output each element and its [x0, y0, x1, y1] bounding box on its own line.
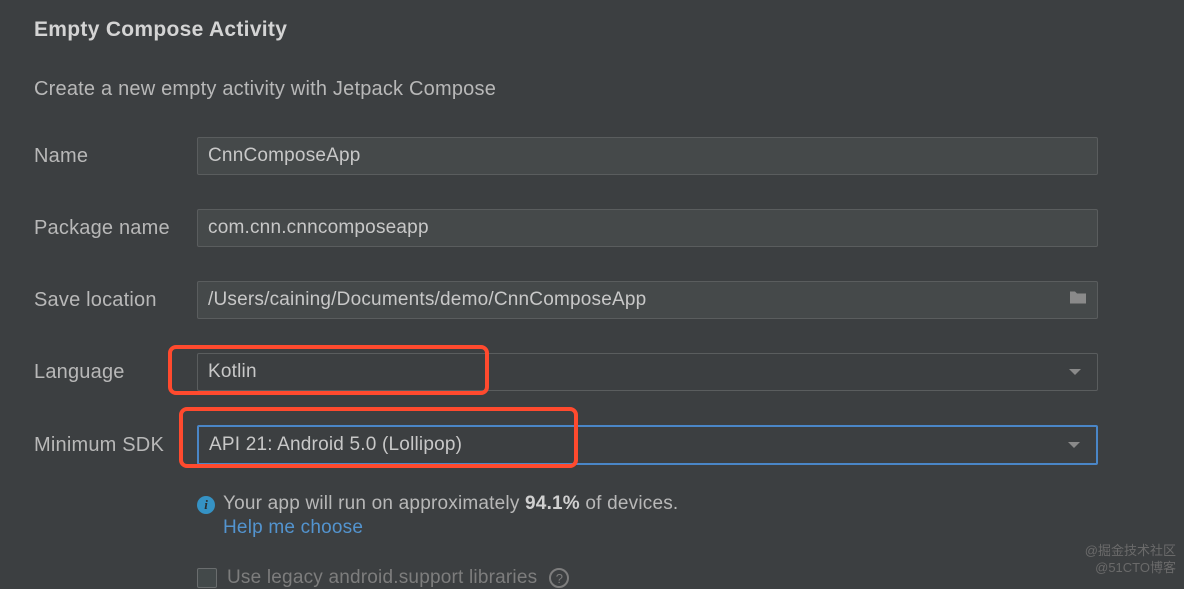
help-icon[interactable]: ? — [549, 568, 569, 588]
watermark: @掘金技术社区 @51CTO博客 — [1085, 543, 1176, 577]
package-label: Package name — [34, 217, 197, 240]
package-name-input[interactable] — [197, 209, 1098, 247]
save-location-label: Save location — [34, 289, 197, 312]
chevron-down-icon — [1068, 442, 1080, 448]
name-label: Name — [34, 145, 197, 168]
page-title: Empty Compose Activity — [34, 18, 1150, 42]
device-coverage-text: Your app will run on approximately 94.1%… — [223, 493, 678, 515]
min-sdk-value: API 21: Android 5.0 (Lollipop) — [209, 434, 462, 456]
language-label: Language — [34, 361, 197, 384]
browse-folder-icon[interactable] — [1068, 290, 1088, 311]
info-icon: i — [197, 496, 215, 514]
min-sdk-label: Minimum SDK — [34, 434, 197, 457]
legacy-support-checkbox[interactable] — [197, 568, 217, 588]
help-me-choose-link[interactable]: Help me choose — [223, 517, 678, 539]
legacy-support-label: Use legacy android.support libraries — [227, 567, 537, 589]
chevron-down-icon — [1069, 369, 1081, 375]
save-location-input[interactable] — [197, 281, 1098, 319]
name-input[interactable] — [197, 137, 1098, 175]
page-subtitle: Create a new empty activity with Jetpack… — [34, 78, 1150, 101]
language-select[interactable]: Kotlin — [197, 353, 1098, 391]
language-value: Kotlin — [208, 361, 257, 383]
min-sdk-select[interactable]: API 21: Android 5.0 (Lollipop) — [197, 425, 1098, 465]
